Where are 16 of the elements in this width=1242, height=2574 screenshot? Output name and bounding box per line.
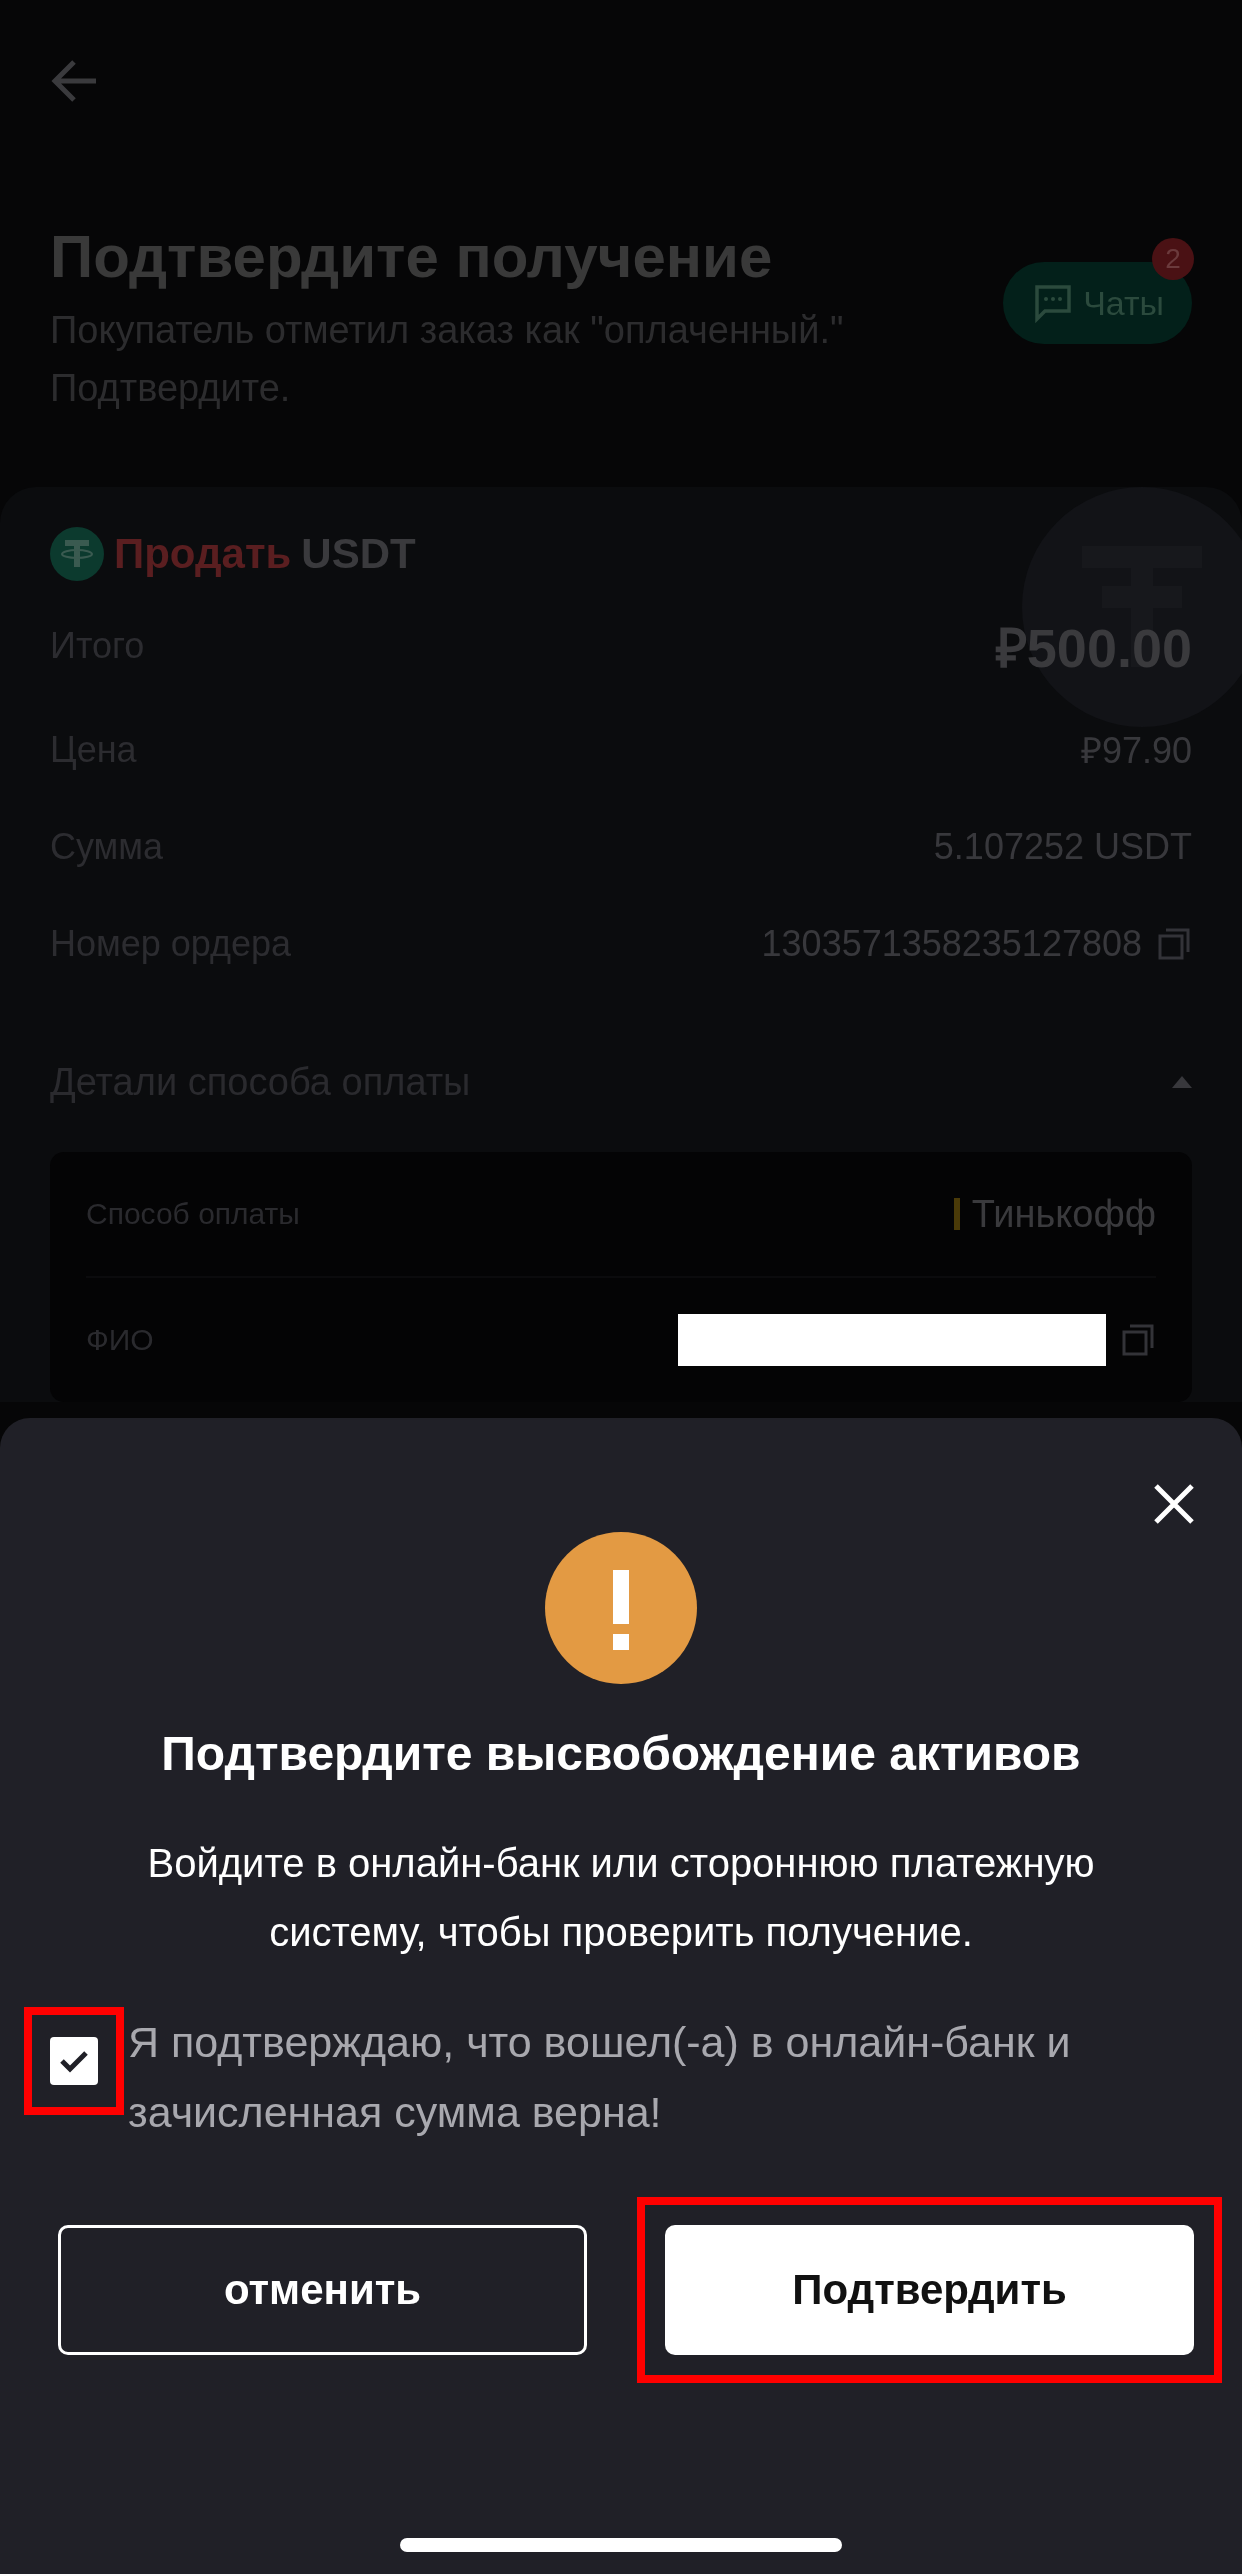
copy-icon[interactable] xyxy=(1120,1322,1156,1358)
payment-method-value: Тинькофф xyxy=(971,1192,1156,1236)
bank-marker xyxy=(953,1198,960,1230)
close-icon[interactable] xyxy=(1152,1482,1196,1526)
chat-bubble-icon xyxy=(1033,283,1074,323)
confirm-checkbox[interactable] xyxy=(50,2037,98,2085)
checkbox-label[interactable]: Я подтверждаю, что вошел(-а) в онлайн-банк и зачисленная сумма верна! xyxy=(128,2007,1202,2147)
confirm-button[interactable]: Подтвердить xyxy=(665,2225,1194,2355)
tether-coin-icon xyxy=(50,527,104,581)
checkmark-icon xyxy=(59,2049,89,2073)
dialog-message: Войдите в онлайн-банк или стороннюю платежную систему, чтобы проверить получение. xyxy=(146,1840,1096,1956)
warning-icon xyxy=(545,1532,697,1684)
dialog-title: Подтвердите высвобождение активов xyxy=(161,1726,1081,1781)
trade-side: Продать xyxy=(114,530,292,578)
caret-up-icon[interactable] xyxy=(1172,1076,1192,1088)
cancel-button[interactable]: отменить xyxy=(58,2225,587,2355)
